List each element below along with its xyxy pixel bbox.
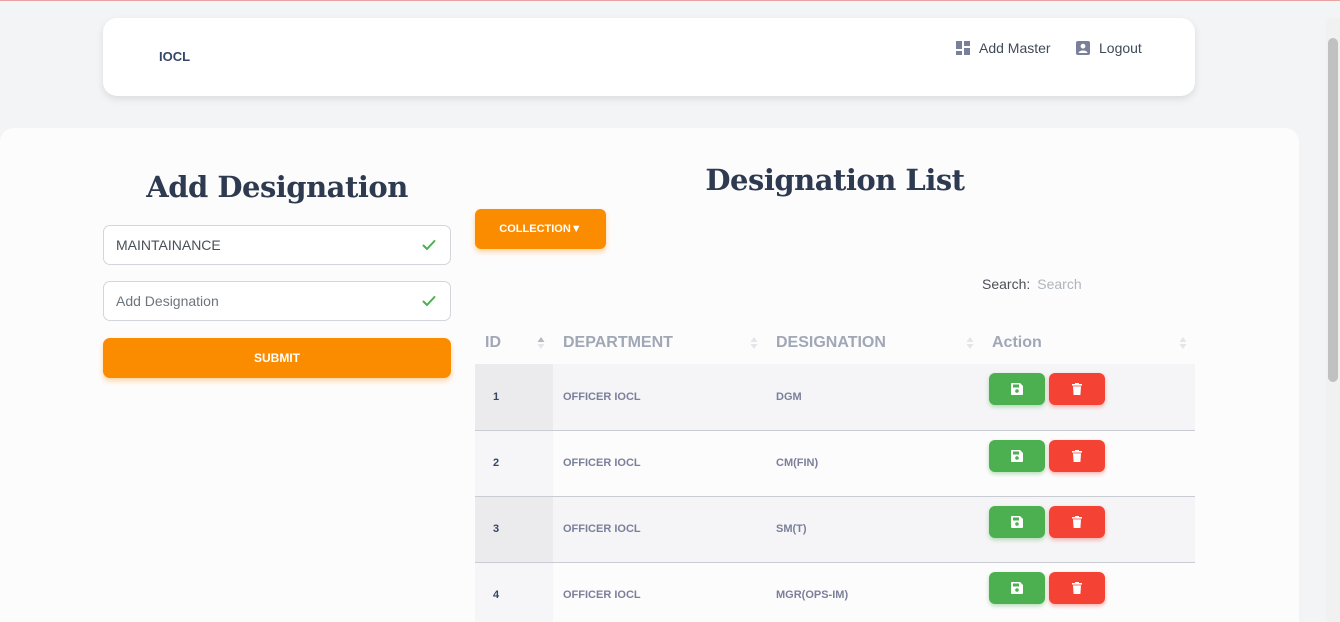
designation-input[interactable] bbox=[116, 293, 406, 309]
save-button[interactable] bbox=[989, 439, 1045, 472]
department-input[interactable] bbox=[116, 237, 406, 253]
page-scrollbar[interactable] bbox=[1326, 18, 1340, 622]
save-icon bbox=[1011, 515, 1023, 528]
table-row: 2 OFFICER IOCL CM(FIN) bbox=[475, 430, 1195, 497]
trash-icon bbox=[1072, 581, 1082, 594]
table-row: 1 OFFICER IOCL DGM bbox=[475, 364, 1195, 431]
cell-department: OFFICER IOCL bbox=[553, 496, 766, 563]
cell-designation: CM(FIN) bbox=[766, 430, 982, 497]
column-header-label: ID bbox=[485, 334, 501, 351]
save-button[interactable] bbox=[989, 373, 1045, 405]
cell-department: OFFICER IOCL bbox=[553, 430, 766, 497]
save-button[interactable] bbox=[989, 505, 1045, 538]
column-header-label: Action bbox=[992, 334, 1042, 351]
column-header-id[interactable]: ID bbox=[475, 322, 553, 364]
column-header-label: DEPARTMENT bbox=[563, 334, 673, 351]
list-title: Designation List bbox=[705, 163, 965, 197]
trash-icon bbox=[1072, 515, 1082, 528]
brand-name[interactable]: IOCL bbox=[159, 49, 190, 64]
nav-logout[interactable]: Logout bbox=[1076, 40, 1142, 56]
designation-table: ID DEPARTMENT DESIGNATION Action 1 OFFIC… bbox=[475, 322, 1195, 622]
search-input[interactable] bbox=[1037, 276, 1148, 292]
save-icon bbox=[1011, 449, 1023, 462]
delete-button[interactable] bbox=[1049, 439, 1105, 472]
cell-designation: SM(T) bbox=[766, 496, 982, 563]
cell-department: OFFICER IOCL bbox=[553, 364, 766, 431]
nav-add-master[interactable]: Add Master bbox=[956, 40, 1051, 56]
column-header-designation[interactable]: DESIGNATION bbox=[766, 322, 982, 364]
trash-icon bbox=[1072, 383, 1082, 395]
search-label: Search: bbox=[982, 276, 1031, 292]
top-border bbox=[0, 0, 1340, 1]
nav-add-master-label: Add Master bbox=[979, 40, 1051, 56]
sort-icon bbox=[966, 337, 974, 349]
save-icon bbox=[1011, 581, 1023, 594]
trash-icon bbox=[1072, 449, 1082, 462]
cell-designation: DGM bbox=[766, 364, 982, 431]
cell-id: 1 bbox=[475, 364, 553, 431]
save-icon bbox=[1011, 383, 1023, 395]
form-title: Add Designation bbox=[146, 170, 408, 204]
save-button[interactable] bbox=[989, 571, 1045, 604]
search-box: Search: bbox=[982, 276, 1148, 292]
cell-department: OFFICER IOCL bbox=[553, 562, 766, 622]
table-row: 4 OFFICER IOCL MGR(OPS-IM) bbox=[475, 562, 1195, 622]
scrollbar-thumb[interactable] bbox=[1328, 38, 1338, 382]
cell-id: 2 bbox=[475, 430, 553, 497]
delete-button[interactable] bbox=[1049, 571, 1105, 604]
table-header-row: ID DEPARTMENT DESIGNATION Action bbox=[475, 322, 1195, 364]
navbar: IOCL Add Master Logout bbox=[103, 18, 1195, 96]
cell-action bbox=[982, 364, 1195, 431]
dashboard-icon bbox=[956, 41, 970, 55]
department-field[interactable] bbox=[103, 225, 451, 265]
user-box-icon bbox=[1076, 41, 1090, 55]
delete-button[interactable] bbox=[1049, 505, 1105, 538]
check-icon bbox=[422, 240, 436, 250]
submit-button[interactable]: SUBMIT bbox=[103, 338, 451, 378]
column-header-action[interactable]: Action bbox=[982, 322, 1195, 364]
cell-action bbox=[982, 496, 1195, 563]
cell-designation: MGR(OPS-IM) bbox=[766, 562, 982, 622]
sort-asc-icon bbox=[537, 337, 545, 349]
cell-action bbox=[982, 562, 1195, 622]
check-icon bbox=[422, 296, 436, 306]
column-header-department[interactable]: DEPARTMENT bbox=[553, 322, 766, 364]
cell-id: 3 bbox=[475, 496, 553, 563]
sort-icon bbox=[750, 337, 758, 349]
column-header-label: DESIGNATION bbox=[776, 334, 886, 351]
cell-id: 4 bbox=[475, 562, 553, 622]
nav-logout-label: Logout bbox=[1099, 40, 1142, 56]
delete-button[interactable] bbox=[1049, 373, 1105, 405]
designation-field[interactable] bbox=[103, 281, 451, 321]
cell-action bbox=[982, 430, 1195, 497]
table-row: 3 OFFICER IOCL SM(T) bbox=[475, 496, 1195, 563]
collection-dropdown-button[interactable]: COLLECTION▼ bbox=[475, 209, 606, 249]
sort-icon bbox=[1179, 337, 1187, 349]
